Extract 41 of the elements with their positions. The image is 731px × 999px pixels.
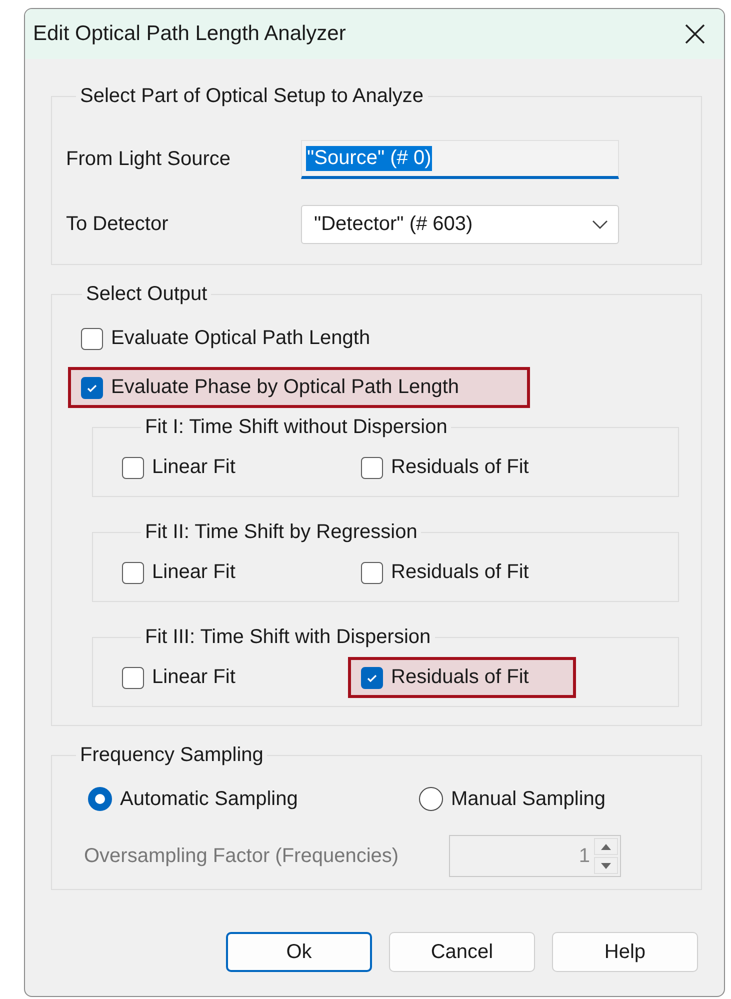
radio-button[interactable]: [88, 787, 112, 811]
radio-label[interactable]: Automatic Sampling: [120, 788, 298, 810]
checkbox[interactable]: [122, 456, 144, 478]
dropdown[interactable]: "Detector" (# 603): [301, 205, 619, 244]
checkbox[interactable]: [81, 376, 103, 398]
subgroup-title: Fit III: Time Shift with Dispersion: [144, 626, 432, 649]
checkbox[interactable]: [122, 666, 144, 688]
group-title: Select Part of Optical Setup to Analyze: [79, 85, 425, 108]
field-label: Oversampling Factor (Frequencies): [84, 844, 400, 868]
radio-button[interactable]: [419, 787, 443, 811]
checkbox-label[interactable]: Residuals of Fit: [391, 561, 529, 584]
checkbox-label[interactable]: Evaluate Optical Path Length: [111, 327, 370, 350]
checkbox-label[interactable]: Residuals of Fit: [391, 666, 529, 689]
checkbox[interactable]: [361, 666, 383, 688]
window-title: Edit Optical Path Length Analyzer: [33, 22, 346, 46]
checkbox-label[interactable]: Evaluate Phase by Optical Path Length: [111, 376, 460, 399]
spin-down-button[interactable]: [594, 857, 618, 874]
radio-label[interactable]: Manual Sampling: [451, 788, 606, 810]
dialog-button[interactable]: Help: [552, 932, 698, 972]
checkbox-label[interactable]: Linear Fit: [152, 666, 236, 689]
group-title: Select Output: [85, 283, 208, 306]
checkbox[interactable]: [361, 456, 383, 478]
text-field[interactable]: "Source" (# 0): [301, 140, 619, 179]
checkbox-label[interactable]: Residuals of Fit: [391, 456, 529, 479]
checkbox[interactable]: [122, 562, 144, 584]
triangle-up-icon: [601, 844, 611, 850]
subgroup-title: Fit I: Time Shift without Dispersion: [144, 416, 448, 439]
close-icon: [684, 23, 706, 45]
checkbox-label[interactable]: Linear Fit: [152, 456, 236, 479]
dialog-button[interactable]: Cancel: [389, 932, 535, 972]
checkbox[interactable]: [361, 562, 383, 584]
field-label: From Light Source: [66, 148, 232, 171]
subgroup-title: Fit II: Time Shift by Regression: [144, 521, 418, 544]
triangle-down-icon: [601, 862, 611, 868]
field-label: To Detector: [66, 213, 170, 236]
checkbox[interactable]: [81, 328, 103, 350]
spin-up-button[interactable]: [594, 838, 618, 855]
chevron-down-icon: [592, 220, 608, 230]
checkbox-label[interactable]: Linear Fit: [152, 561, 236, 584]
group-title: Frequency Sampling: [79, 744, 264, 767]
dialog-button[interactable]: Ok: [226, 932, 372, 972]
